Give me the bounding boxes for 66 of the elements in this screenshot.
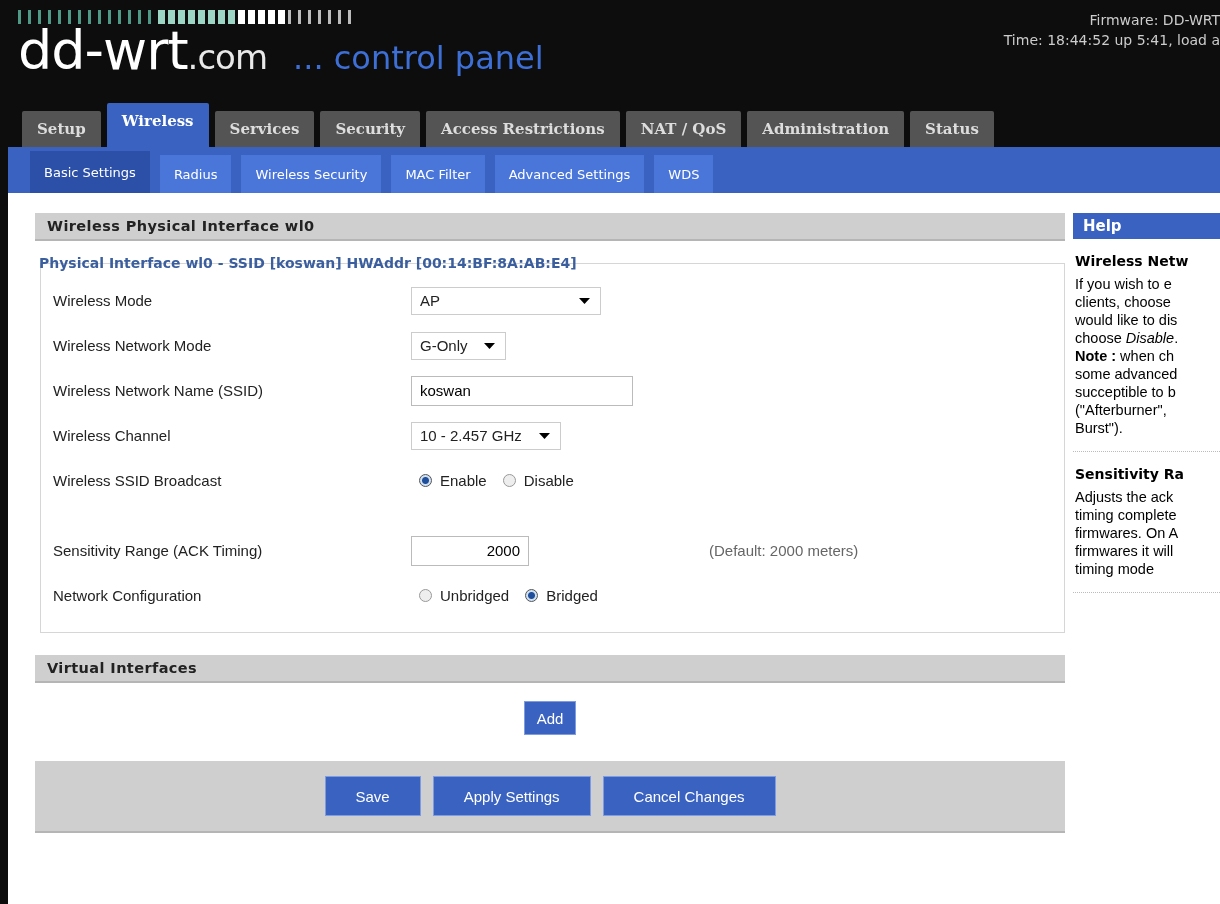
subnav-tab[interactable]: Advanced Settings (494, 155, 645, 193)
field-label: Wireless Network Mode (53, 337, 213, 354)
caret-icon (484, 342, 495, 349)
radio-label: Disable (523, 472, 574, 489)
input-field[interactable]: 2000 (411, 535, 529, 566)
help-text: ("Afterburner", (1075, 401, 1168, 419)
nav-tab[interactable]: Services (214, 111, 315, 147)
help-header: Help (1073, 213, 1220, 239)
subnav-tab[interactable]: WDS (654, 155, 714, 193)
nav-tab[interactable]: Wireless (106, 103, 209, 147)
help-title: Wireless Netw (1075, 253, 1190, 269)
fieldset-legend: Physical Interface wl0 - SSID [koswan] HWAddr [00:14:BF:8A:AB:E4] (35, 255, 1065, 271)
field-label: Wireless SSID Broadcast (53, 472, 223, 489)
field-label: Wireless Mode (53, 292, 154, 309)
radio-label: Enable (440, 472, 487, 489)
dropdown[interactable]: G-Only (411, 331, 506, 360)
field-label: Network Configuration (53, 587, 203, 604)
help-text: Burst"). (1075, 419, 1124, 437)
logo: dd-wrt.com (18, 20, 268, 84)
radio-label: Bridged (546, 587, 598, 604)
help-text: would like to dis (1075, 311, 1179, 329)
help-text: succeptible to b (1075, 383, 1177, 401)
nav-tab[interactable]: Security (320, 111, 421, 147)
help-text: clients, choose (1075, 293, 1172, 311)
nav-tab[interactable]: Status (910, 111, 994, 147)
radio-button[interactable] (502, 474, 516, 487)
firmware-text: Firmware: DD-WRT (1088, 11, 1220, 30)
subnav-tab[interactable]: Radius (159, 155, 232, 193)
dropdown[interactable]: AP (411, 286, 601, 315)
add-button[interactable]: Add (523, 701, 577, 735)
field-label: Sensitivity Range (ACK Timing) (53, 542, 264, 559)
help-text: Note : when ch (1075, 347, 1176, 365)
radio-button[interactable] (419, 589, 432, 602)
action-button[interactable]: Cancel Changes (602, 776, 776, 816)
caret-icon (579, 297, 590, 304)
help-title: Sensitivity Ra (1075, 466, 1185, 482)
caret-icon (539, 432, 550, 439)
radio-label: Unbridged (440, 587, 510, 604)
help-text: firmwares. On A (1075, 524, 1180, 542)
dropdown[interactable]: 10 - 2.457 GHz (411, 421, 561, 450)
input-field[interactable]: koswan (411, 375, 633, 406)
subnav-tab[interactable]: MAC Filter (391, 155, 485, 193)
subnav-tab[interactable]: Basic Settings (30, 151, 150, 193)
field-label: Wireless Network Name (SSID) (53, 382, 265, 399)
help-text: Adjusts the ack (1075, 488, 1175, 506)
help-text: If you wish to e (1075, 275, 1173, 293)
help-text: choose Disable. (1075, 329, 1180, 347)
field-label: Wireless Channel (53, 427, 172, 444)
help-text: some advanced (1075, 365, 1179, 383)
subnav-tab[interactable]: Wireless Security (241, 155, 382, 193)
tagline: ... control panel (293, 39, 544, 77)
section-header: Wireless Physical Interface wl0 (35, 213, 1065, 241)
action-button[interactable]: Apply Settings (432, 776, 591, 816)
action-button[interactable]: Save (324, 776, 421, 816)
nav-tab[interactable]: Access Restrictions (426, 111, 620, 147)
radio-button[interactable] (419, 474, 432, 487)
nav-tab[interactable]: Administration (747, 111, 905, 147)
uptime-text: Time: 18:44:52 up 5:41, load a (1003, 31, 1220, 50)
help-text: firmwares it will (1075, 542, 1175, 560)
section-header: Virtual Interfaces (35, 655, 1065, 683)
nav-tab[interactable]: Setup (22, 111, 101, 147)
nav-tab[interactable]: NAT / QoS (625, 111, 742, 147)
radio-button[interactable] (525, 589, 539, 602)
help-text: timing mode (1075, 560, 1155, 578)
default-note: (Default: 2000 meters) (709, 542, 859, 559)
help-text: timing complete (1075, 506, 1178, 524)
